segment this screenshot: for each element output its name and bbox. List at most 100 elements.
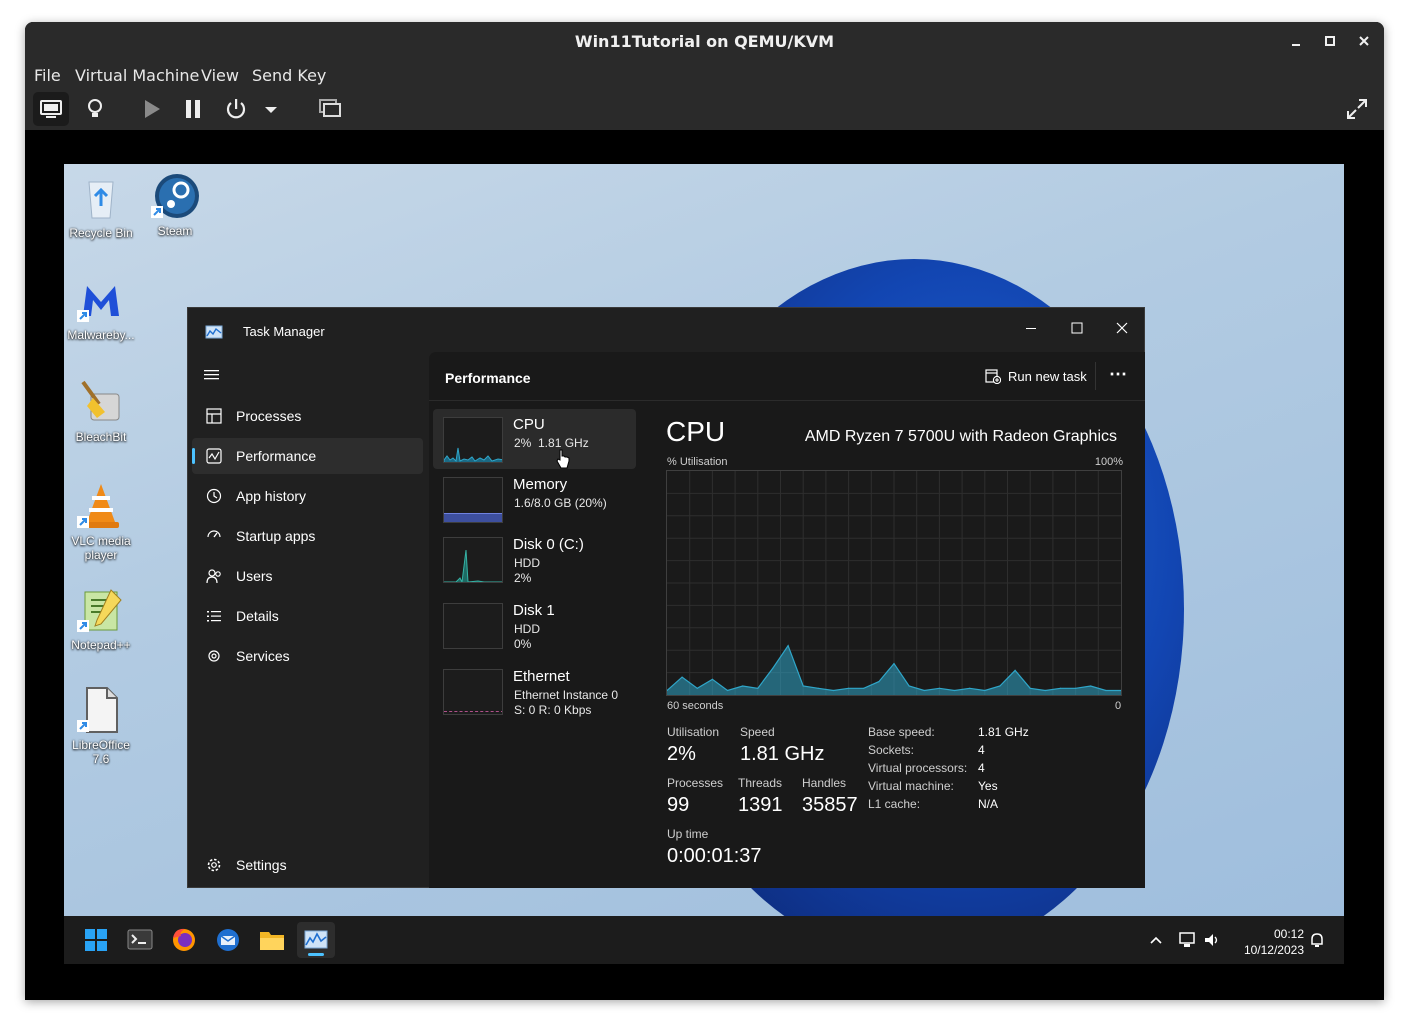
details-view-button[interactable] bbox=[77, 92, 113, 126]
pause-icon bbox=[186, 100, 200, 118]
menu-view[interactable]: View bbox=[201, 66, 239, 85]
memory-thumbnail bbox=[443, 477, 503, 523]
cpu-utilisation-point bbox=[726, 689, 729, 692]
shutdown-menu-button[interactable] bbox=[258, 92, 284, 126]
taskbar-thunderbird[interactable] bbox=[209, 922, 247, 958]
menu-file[interactable]: File bbox=[34, 66, 61, 85]
device-memory[interactable]: Memory 1.6/8.0 GB (20%) bbox=[433, 469, 636, 529]
desktop-icon-libreoffice[interactable]: LibreOffice 7.6 bbox=[64, 686, 138, 766]
uptime-label: Up time bbox=[667, 827, 709, 841]
shutdown-button[interactable] bbox=[218, 92, 254, 126]
hamburger-button[interactable] bbox=[204, 368, 220, 387]
virtual-processors-key: Virtual processors: bbox=[868, 761, 968, 775]
cpu-utilisation-point bbox=[817, 687, 819, 689]
close-icon[interactable] bbox=[1353, 30, 1375, 52]
desktop-icon-recycle-bin[interactable]: Recycle Bin bbox=[64, 174, 138, 240]
utilisation-label: Utilisation bbox=[667, 725, 720, 739]
device-name: Disk 0 (C:) bbox=[513, 536, 584, 553]
volume-icon[interactable] bbox=[1203, 931, 1221, 952]
cpu-utilisation-point bbox=[1029, 687, 1031, 689]
device-type: HDD bbox=[514, 622, 540, 636]
sockets-value: 4 bbox=[978, 743, 985, 757]
cpu-utilisation-point bbox=[1090, 685, 1092, 687]
desktop-icon-steam[interactable]: Steam bbox=[138, 172, 212, 238]
minimize-button[interactable] bbox=[1008, 314, 1054, 344]
cpu-graph-svg bbox=[666, 471, 1122, 695]
nav-label: Performance bbox=[236, 448, 317, 464]
snapshots-icon bbox=[319, 99, 341, 117]
clock[interactable]: 00:12 10/12/2023 bbox=[1234, 926, 1304, 958]
cpu-utilisation-point bbox=[787, 645, 789, 647]
network-icon[interactable] bbox=[1178, 931, 1196, 952]
base-speed-value: 1.81 GHz bbox=[978, 725, 1029, 739]
nav-app-history[interactable]: App history bbox=[192, 478, 423, 514]
nav-processes[interactable]: Processes bbox=[192, 398, 423, 434]
taskbar-file-explorer[interactable] bbox=[253, 922, 291, 958]
mouse-cursor-icon bbox=[556, 449, 570, 469]
cpu-utilisation-point bbox=[923, 689, 925, 692]
show-hidden-icons-button[interactable] bbox=[1148, 932, 1164, 951]
cpu-model: AMD Ryzen 7 5700U with Radeon Graphics bbox=[804, 428, 1117, 445]
clock-date: 10/12/2023 bbox=[1243, 943, 1304, 957]
cpu-utilisation-point bbox=[681, 676, 683, 678]
terminal-icon bbox=[127, 929, 153, 950]
menu-virtual-machine[interactable]: Virtual Machine bbox=[75, 66, 199, 85]
run-new-task-label: Run new task bbox=[1008, 369, 1087, 384]
page-title: Performance bbox=[445, 370, 531, 386]
desktop-icon-notepadpp[interactable]: Notepad++ bbox=[64, 586, 138, 652]
notifications-icon[interactable] bbox=[1308, 931, 1326, 952]
taskbar-task-manager[interactable] bbox=[297, 922, 335, 958]
taskbar-firefox[interactable] bbox=[165, 922, 203, 958]
processes-icon bbox=[206, 408, 222, 424]
nav-users[interactable]: Users bbox=[192, 558, 423, 594]
maximize-icon[interactable] bbox=[1319, 30, 1341, 52]
nav-startup-apps[interactable]: Startup apps bbox=[192, 518, 423, 554]
bleachbit-icon bbox=[77, 378, 125, 426]
nav-label: Processes bbox=[236, 408, 302, 424]
fullscreen-icon bbox=[1347, 99, 1367, 119]
nav-services[interactable]: Services bbox=[192, 638, 423, 674]
ethernet-thumbnail bbox=[443, 669, 503, 715]
desktop-icon-malwarebytes[interactable]: Malwareby... bbox=[64, 276, 138, 342]
nav-settings[interactable]: Settings bbox=[192, 847, 423, 883]
start-button[interactable] bbox=[77, 922, 115, 958]
cpu-utilisation-point bbox=[878, 681, 880, 683]
more-options-button[interactable]: ⋯ bbox=[1109, 364, 1127, 385]
device-stats: 1.6/8.0 GB (20%) bbox=[514, 496, 607, 510]
selection-indicator bbox=[192, 448, 195, 464]
cpu-utilisation-point bbox=[953, 689, 956, 692]
device-ethernet[interactable]: Ethernet Ethernet Instance 0 S: 0 R: 0 K… bbox=[433, 661, 636, 721]
file-explorer-icon bbox=[260, 932, 284, 950]
nav-label: Users bbox=[236, 568, 273, 584]
pause-button[interactable] bbox=[175, 92, 211, 126]
console-view-button[interactable] bbox=[33, 92, 69, 126]
desktop-icon-vlc[interactable]: VLC media player bbox=[64, 482, 138, 562]
device-stats: 0% bbox=[514, 637, 532, 651]
menu-send-key[interactable]: Send Key bbox=[252, 66, 326, 85]
cpu-utilisation-point bbox=[984, 689, 986, 692]
taskbar-terminal[interactable] bbox=[121, 922, 159, 958]
nav-performance[interactable]: Performance bbox=[192, 438, 423, 474]
details-list-icon bbox=[207, 611, 221, 622]
close-button[interactable] bbox=[1099, 314, 1145, 344]
minimize-icon[interactable] bbox=[1285, 30, 1307, 52]
snapshots-button[interactable] bbox=[312, 92, 348, 126]
services-icon bbox=[208, 650, 220, 662]
desktop-icon-bleachbit[interactable]: BleachBit bbox=[64, 378, 138, 444]
nav-label: Details bbox=[236, 608, 279, 624]
maximize-button[interactable] bbox=[1054, 314, 1100, 344]
cpu-utilisation-point bbox=[742, 685, 744, 687]
task-manager-icon bbox=[205, 325, 223, 339]
device-disk-0[interactable]: Disk 0 (C:) HDD 2% bbox=[433, 529, 636, 589]
minimize-icon bbox=[1026, 328, 1036, 329]
device-disk-1[interactable]: Disk 1 HDD 0% bbox=[433, 595, 636, 655]
performance-icon bbox=[206, 448, 222, 464]
desktop-icon-label: Recycle Bin bbox=[69, 226, 133, 240]
desktop-icon-label: LibreOffice 7.6 bbox=[72, 738, 130, 766]
taskbar: 00:12 10/12/2023 bbox=[64, 916, 1344, 964]
run-button[interactable] bbox=[133, 92, 169, 126]
device-cpu[interactable]: CPU 2% 1.81 GHz bbox=[433, 409, 636, 469]
cpu-title: CPU bbox=[666, 416, 726, 447]
fullscreen-button[interactable] bbox=[1339, 92, 1375, 126]
nav-details[interactable]: Details bbox=[192, 598, 423, 634]
